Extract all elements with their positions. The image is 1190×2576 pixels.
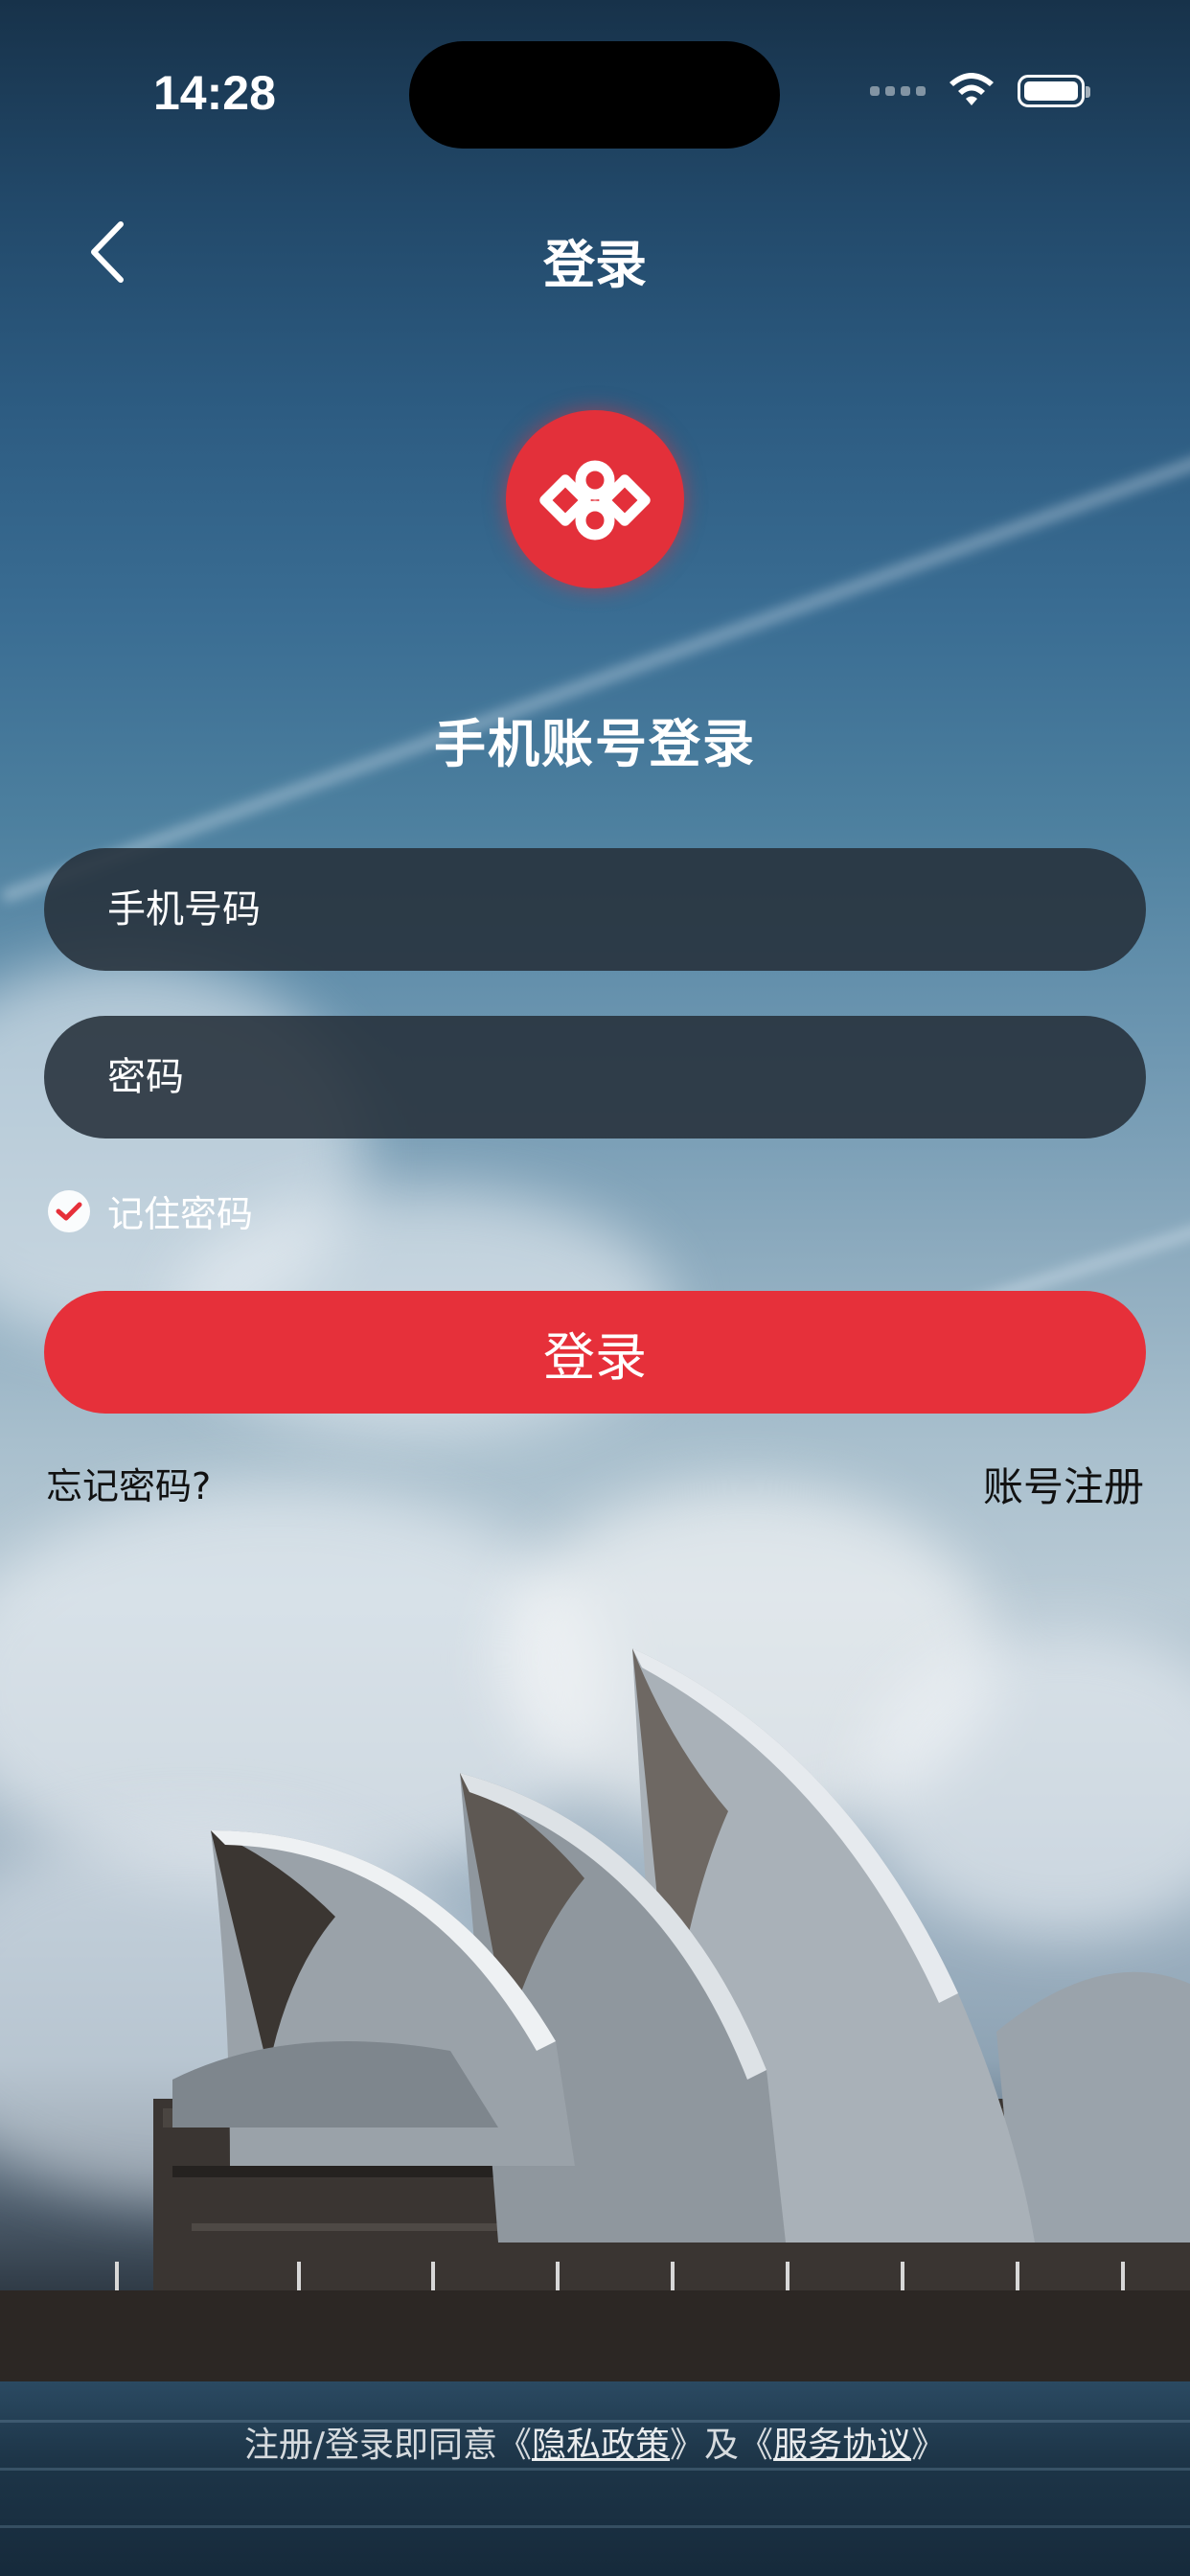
phone-input[interactable] [105,886,1146,932]
opera-house-image [0,1648,1190,2386]
harbor-water [0,2381,1190,2576]
agreement-middle: 》及《 [670,2426,774,2465]
battery-icon [1018,75,1090,107]
signal-icon [870,86,926,96]
agreement-suffix: 》 [911,2426,947,2465]
remember-password-toggle[interactable]: 记住密码 [48,1184,253,1237]
service-agreement-link[interactable]: 服务协议 [773,2426,911,2465]
check-icon[interactable] [48,1189,90,1232]
brand-logo-icon [506,410,684,588]
phone-field[interactable] [44,848,1146,971]
status-icons [870,73,1090,109]
password-field[interactable] [44,1016,1146,1138]
dynamic-island [409,41,780,149]
login-button[interactable]: 登录 [44,1291,1146,1414]
forgot-password-link[interactable]: 忘记密码? [46,1457,211,1509]
password-input[interactable] [105,1054,1146,1100]
page-title: 登录 [543,235,647,295]
agreement-prefix: 注册/登录即同意《 [243,2426,533,2465]
privacy-policy-link[interactable]: 隐私政策 [532,2426,670,2465]
agreement-text: 注册/登录即同意《隐私政策》及《服务协议》 [0,2417,1190,2467]
remember-password-label: 记住密码 [107,1193,254,1235]
login-heading: 手机账号登录 [434,714,756,774]
wifi-icon [950,73,994,105]
login-screen: 14:28 登录 手机账号登录 手机号码 记住密码 登录 忘记密码? 账号注册 … [0,0,1190,2576]
status-time: 14:28 [153,66,276,120]
register-link[interactable]: 账号注册 [983,1455,1144,1513]
